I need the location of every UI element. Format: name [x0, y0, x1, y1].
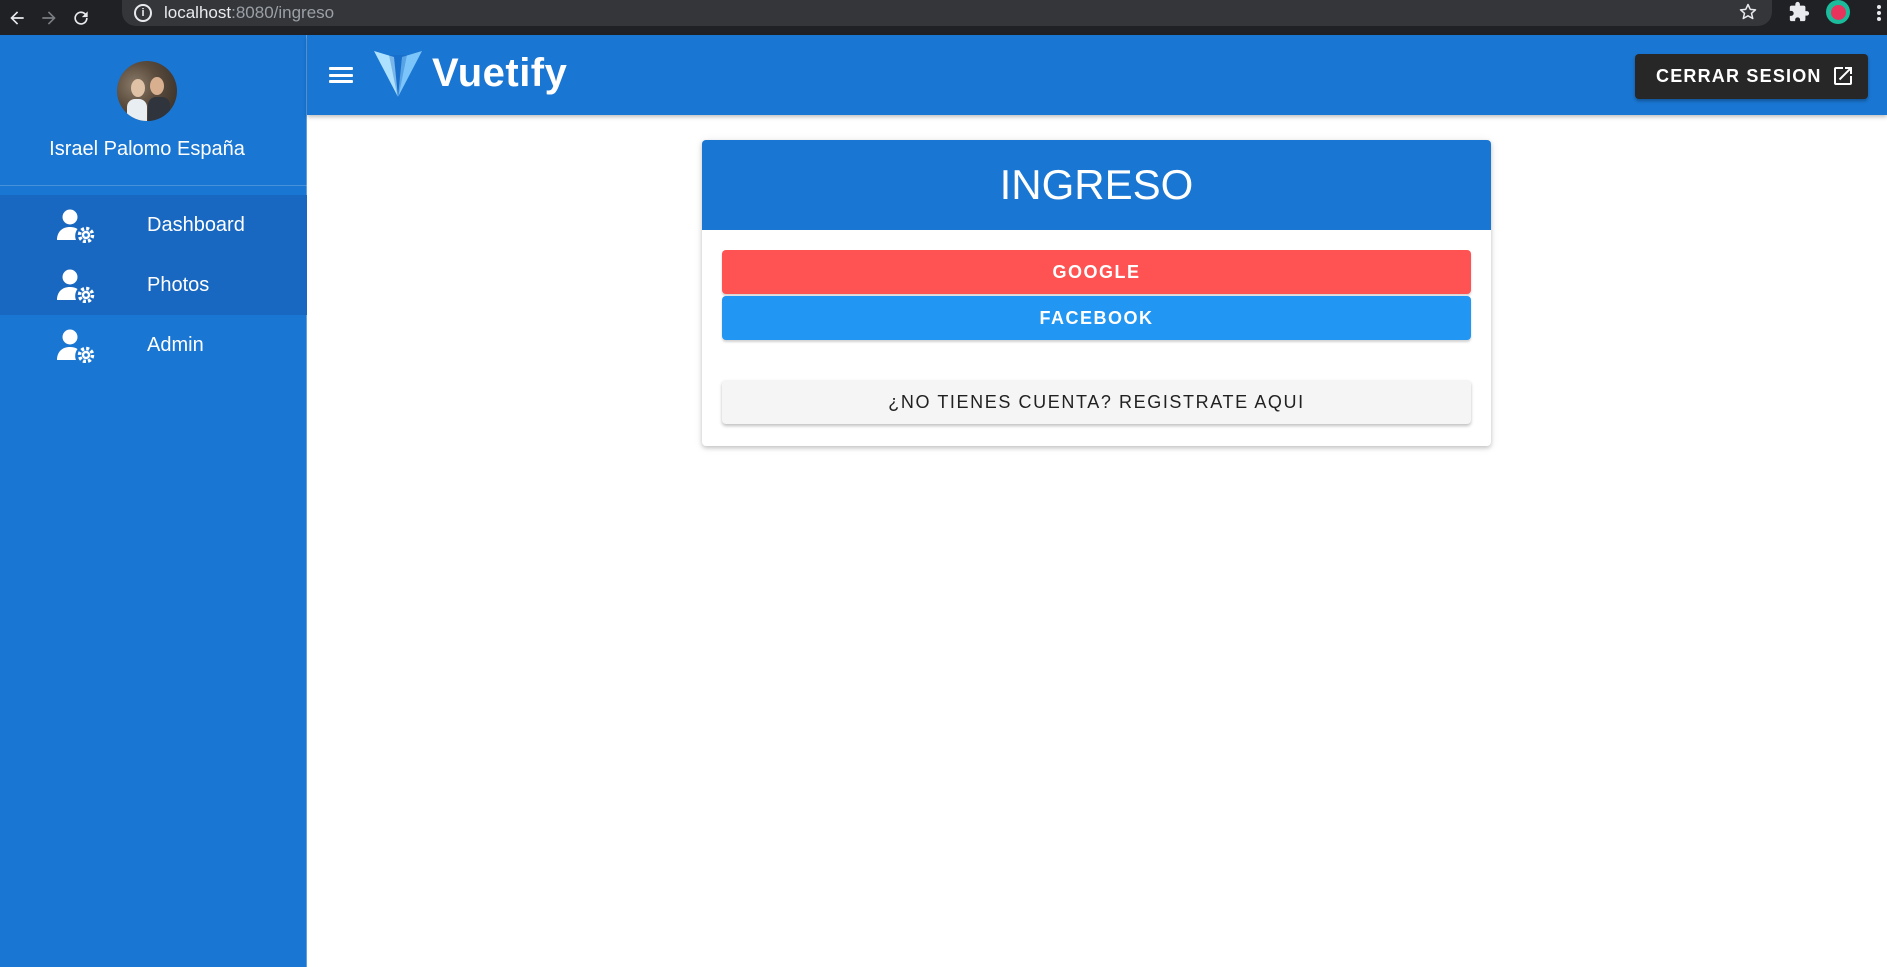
user-cog-icon — [57, 209, 95, 243]
app-bar: Vuetify CERRAR SESION — [307, 35, 1887, 115]
sidebar-item-label: Dashboard — [147, 213, 245, 236]
user-cog-icon — [57, 329, 95, 363]
sidebar-item-admin[interactable]: Admin — [0, 315, 307, 375]
avatar — [117, 61, 177, 121]
menu-kebab-icon[interactable] — [1874, 2, 1884, 24]
vuetify-logo-icon — [374, 51, 422, 99]
login-card-title: INGRESO — [702, 140, 1491, 230]
address-bar[interactable]: i localhost:8080/ingreso — [122, 0, 1772, 26]
user-cog-icon — [57, 269, 95, 303]
user-name: Israel Palomo España — [49, 138, 245, 160]
back-icon[interactable] — [2, 4, 32, 32]
sidebar-item-label: Photos — [147, 273, 210, 296]
sidebar-item-dashboard[interactable]: Dashboard — [0, 195, 307, 255]
login-card: INGRESO GOOGLE FACEBOOK ¿NO TIENES CUENT… — [702, 140, 1491, 446]
profile-icon[interactable] — [1826, 0, 1850, 24]
info-icon[interactable]: i — [134, 4, 152, 22]
forward-icon[interactable] — [34, 4, 64, 32]
open-in-new-icon — [1834, 67, 1852, 85]
extensions-icon[interactable] — [1788, 1, 1810, 23]
logout-button[interactable]: CERRAR SESION — [1635, 54, 1868, 99]
register-button[interactable]: ¿NO TIENES CUENTA? REGISTRATE AQUI — [722, 380, 1471, 424]
url-path: :8080/ingreso — [231, 3, 335, 22]
google-login-button[interactable]: GOOGLE — [722, 250, 1471, 294]
hamburger-menu-icon[interactable] — [327, 61, 355, 89]
reload-icon[interactable] — [66, 4, 96, 32]
star-icon[interactable] — [1735, 0, 1761, 24]
logout-label: CERRAR SESION — [1656, 66, 1822, 86]
brand-title: Vuetify — [432, 51, 568, 95]
url-host: localhost — [164, 3, 232, 22]
sidebar-item-label: Admin — [147, 333, 204, 356]
sidebar-divider — [0, 185, 307, 186]
sidebar-item-photos[interactable]: Photos — [0, 255, 307, 315]
facebook-login-button[interactable]: FACEBOOK — [722, 296, 1471, 340]
navigation-drawer: Israel Palomo España Dashboard Photos Ad… — [0, 35, 307, 967]
